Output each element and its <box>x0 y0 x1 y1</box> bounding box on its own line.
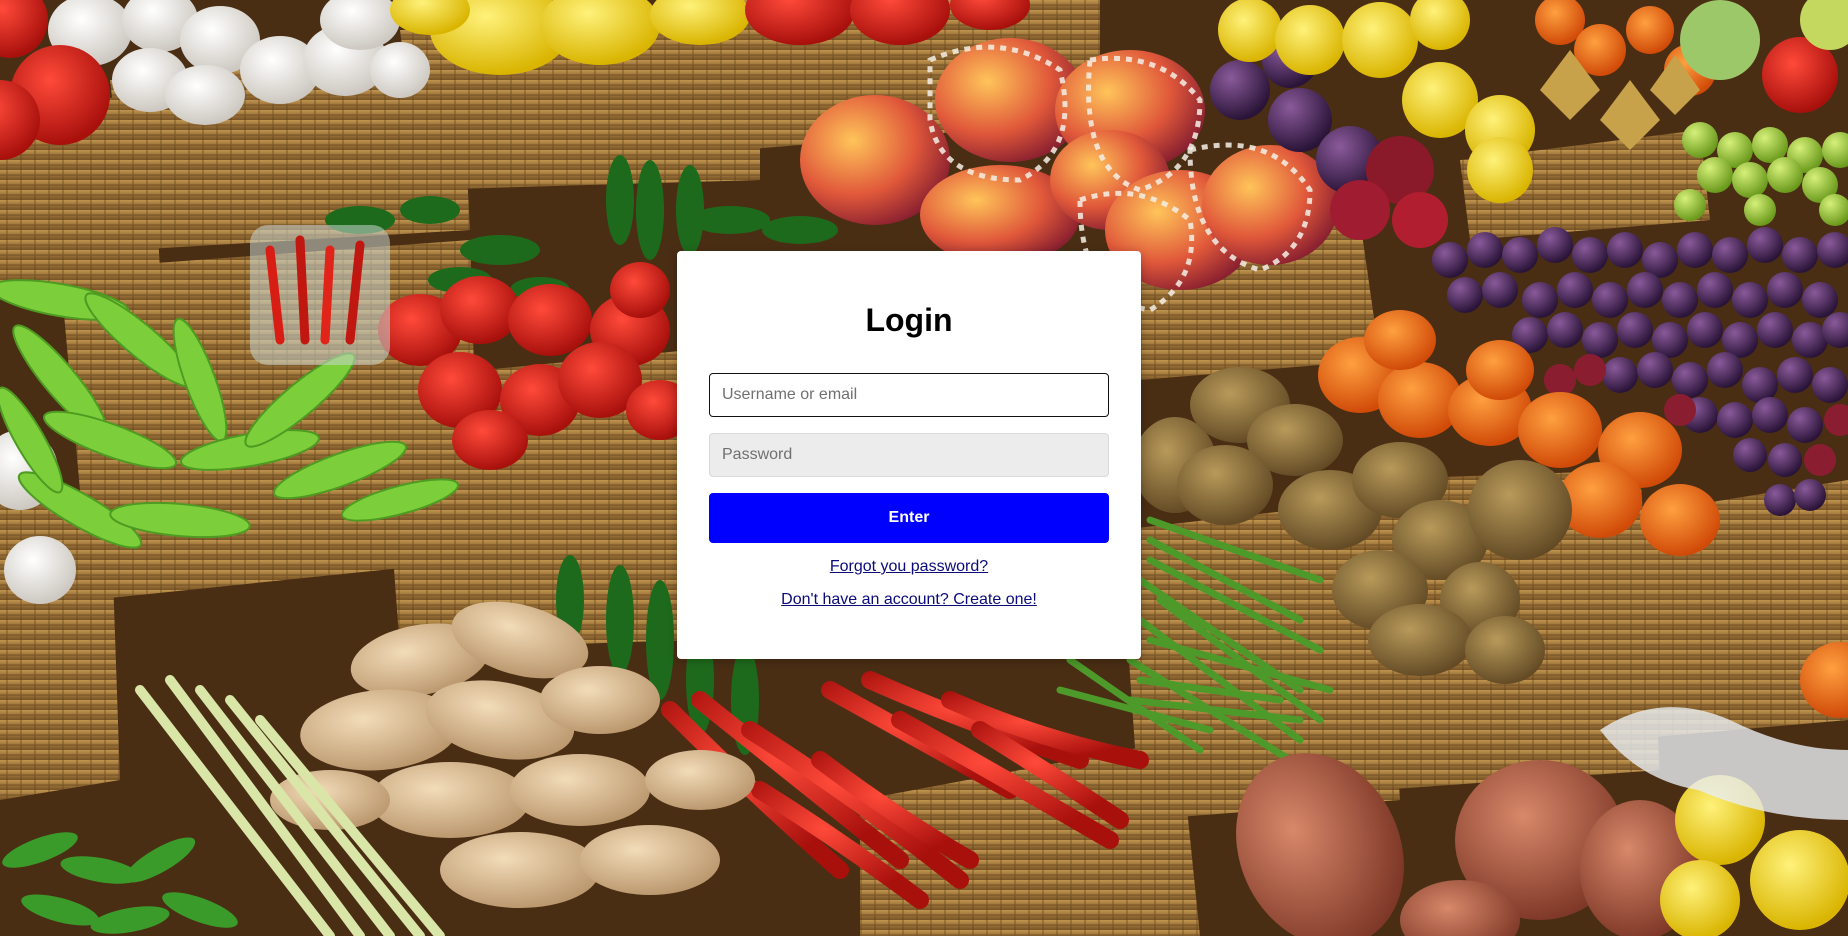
password-input[interactable] <box>709 433 1109 477</box>
login-title: Login <box>865 302 953 338</box>
username-input[interactable] <box>709 373 1109 417</box>
glass-of-chilies <box>250 225 390 365</box>
login-card: Login Enter Forgot you password? Don't h… <box>677 251 1141 659</box>
create-account-link[interactable]: Don't have an account? Create one! <box>709 591 1109 609</box>
forgot-password-link[interactable]: Forgot you password? <box>709 558 1109 576</box>
enter-button[interactable]: Enter <box>709 493 1109 543</box>
